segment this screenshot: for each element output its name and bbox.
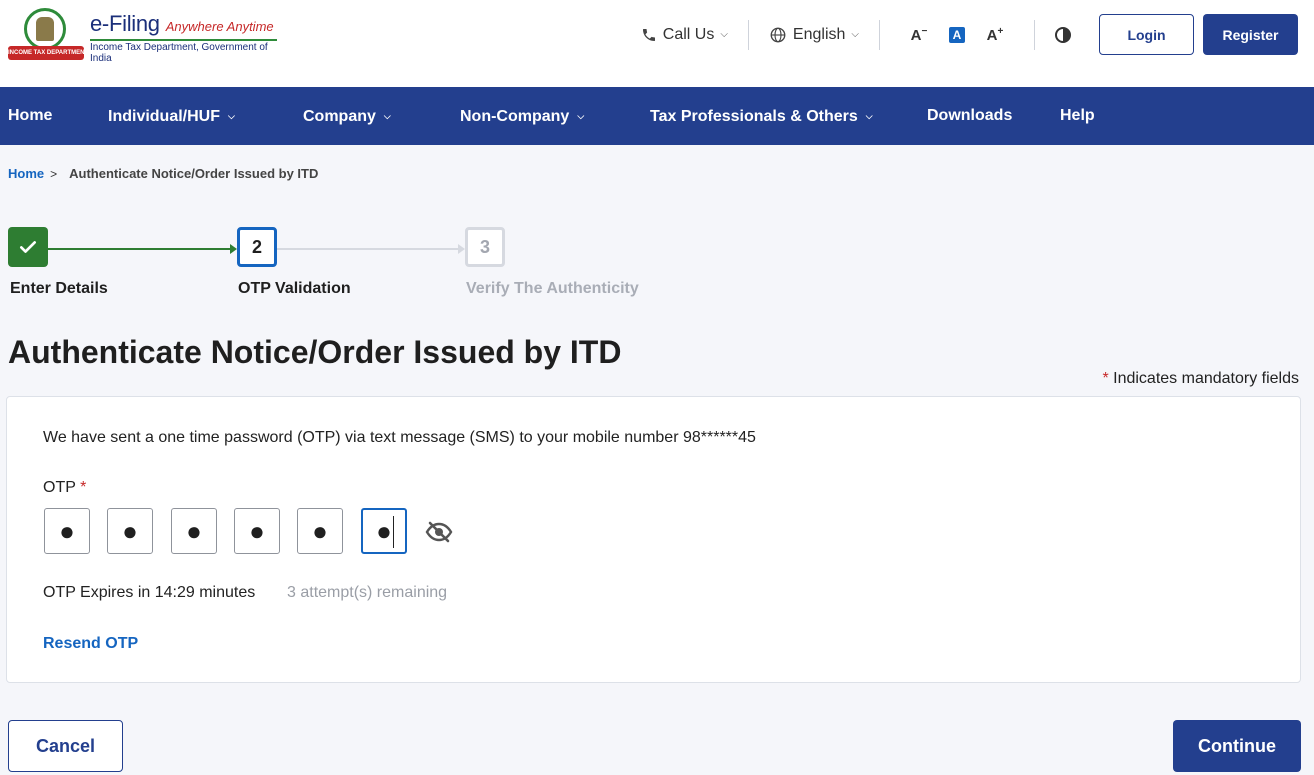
cancel-button[interactable]: Cancel — [8, 720, 123, 772]
nav-help[interactable]: Help — [1060, 87, 1095, 145]
step-2-active: 2 — [237, 227, 277, 267]
language-dropdown[interactable]: English ⌵ — [769, 26, 859, 44]
breadcrumb-home-link[interactable]: Home — [8, 166, 44, 181]
nav-downloads[interactable]: Downloads — [927, 87, 1012, 145]
language-label: English — [792, 25, 846, 43]
step-1-label: Enter Details — [10, 280, 108, 297]
divider — [879, 19, 880, 50]
utility-bar: Call Us ⌵ English ⌵ A− A A+ Login Regist… — [641, 14, 1298, 55]
font-increase-button[interactable]: A+ — [984, 26, 1006, 44]
eye-off-icon[interactable] — [425, 521, 453, 543]
divider — [747, 19, 749, 50]
main-nav: Home Individual/HUF ⌵ Company ⌵ Non-Compan… — [0, 87, 1314, 145]
text-caret — [393, 516, 394, 548]
otp-digit-6[interactable]: ● — [361, 508, 407, 554]
emblem-seal — [24, 8, 66, 50]
step-1-complete — [8, 227, 48, 267]
logo-text: e-Filing Anywhere Anytime Income Tax Dep… — [90, 11, 277, 64]
otp-attempts-text: 3 attempt(s) remaining — [287, 584, 448, 601]
page-title: Authenticate Notice/Order Issued by ITD — [8, 334, 622, 370]
login-button[interactable]: Login — [1099, 14, 1194, 55]
divider — [1034, 19, 1035, 50]
step-connector — [277, 244, 465, 254]
otp-expiry-text: OTP Expires in 14:29 minutes — [43, 584, 256, 601]
otp-digit-2[interactable]: ● — [107, 508, 153, 554]
globe-icon — [770, 27, 786, 42]
continue-button[interactable]: Continue — [1173, 720, 1301, 772]
chevron-down-icon: ⌵ — [865, 111, 873, 121]
step-connector — [48, 244, 237, 254]
otp-digit-1[interactable]: ● — [44, 508, 90, 554]
otp-digit-4[interactable]: ● — [234, 508, 280, 554]
contrast-icon[interactable] — [1055, 26, 1071, 43]
otp-card: We have sent a one time password (OTP) v… — [6, 396, 1301, 683]
otp-digit-5[interactable]: ● — [297, 508, 343, 554]
font-default-button[interactable]: A — [949, 26, 965, 43]
mandatory-text: Indicates mandatory fields — [1113, 370, 1299, 387]
nav-non-company[interactable]: Non-Company ⌵ — [460, 87, 584, 145]
register-button[interactable]: Register — [1203, 14, 1298, 55]
step-2-label: OTP Validation — [238, 280, 351, 297]
chevron-down-icon: ⌵ — [851, 29, 859, 40]
chevron-down-icon: ⌵ — [383, 111, 391, 121]
required-star: * — [80, 479, 87, 496]
phone-icon — [642, 28, 655, 41]
brand-tagline: Anywhere Anytime — [165, 19, 274, 34]
mandatory-note: * Indicates mandatory fields — [1102, 370, 1299, 388]
brand-name: e-Filing — [90, 11, 160, 36]
otp-sent-message: We have sent a one time password (OTP) v… — [43, 429, 756, 446]
department-name: Income Tax Department, Government of Ind… — [90, 39, 277, 64]
step-3-label: Verify The Authenticity — [466, 280, 639, 297]
breadcrumb: Home > Authenticate Notice/Order Issued … — [8, 166, 318, 181]
chevron-down-icon: ⌵ — [577, 111, 585, 121]
step-3-pending: 3 — [465, 227, 505, 267]
required-star: * — [1102, 370, 1109, 387]
nav-company[interactable]: Company ⌵ — [303, 87, 391, 145]
chevron-down-icon: ⌵ — [228, 111, 235, 121]
checkmark-icon — [20, 241, 37, 253]
font-decrease-button[interactable]: A− — [908, 26, 930, 44]
call-us-label: Call Us — [662, 25, 715, 43]
emblem-ribbon: INCOME TAX DEPARTMENT — [8, 46, 84, 60]
site-header: INCOME TAX DEPARTMENT e-Filing Anywhere … — [0, 0, 1314, 87]
efiling-logo[interactable]: INCOME TAX DEPARTMENT e-Filing Anywhere … — [8, 8, 277, 64]
nav-tax-professionals[interactable]: Tax Professionals & Others ⌵ — [650, 87, 873, 145]
nav-individual-huf[interactable]: Individual/HUF ⌵ — [108, 87, 235, 145]
breadcrumb-current: Authenticate Notice/Order Issued by ITD — [69, 166, 319, 181]
emblem-icon: INCOME TAX DEPARTMENT — [8, 8, 84, 62]
call-us-dropdown[interactable]: Call Us ⌵ — [641, 26, 728, 44]
resend-otp-link[interactable]: Resend OTP — [43, 635, 138, 653]
chevron-down-icon: ⌵ — [720, 29, 728, 40]
otp-label: OTP * — [43, 479, 87, 496]
nav-home[interactable]: Home — [8, 87, 52, 145]
otp-digit-3[interactable]: ● — [171, 508, 217, 554]
breadcrumb-separator: > — [50, 166, 58, 181]
